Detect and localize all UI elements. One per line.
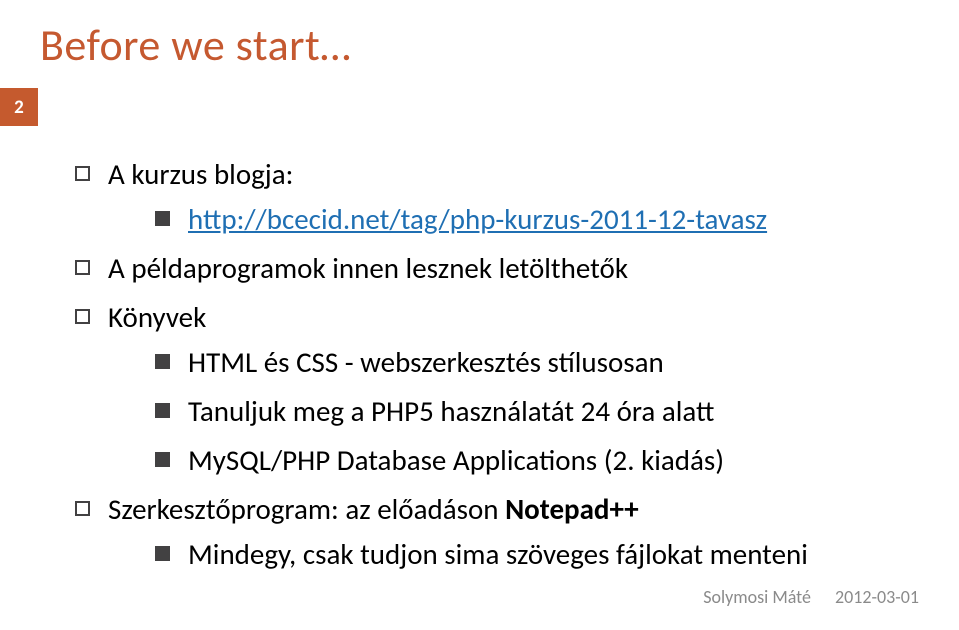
bullet-sub-item: HTML és CSS - webszerkesztés stílusosan: [150, 340, 919, 385]
bullet-item: A kurzus blogja: http://bcecid.net/tag/p…: [70, 152, 919, 242]
bullet-text: Könyvek: [108, 299, 206, 335]
bullet-item: Szerkesztőprogram: az előadáson Notepad+…: [70, 487, 919, 577]
bullet-sub-item: http://bcecid.net/tag/php-kurzus-2011-12…: [150, 197, 919, 242]
slide-title: Before we start…: [0, 0, 959, 72]
bullet-sub-item: MySQL/PHP Database Applications (2. kiad…: [150, 438, 919, 483]
bullet-sub-item: Mindegy, csak tudjon sima szöveges fájlo…: [150, 532, 919, 577]
bullet-text: A kurzus blogja:: [108, 156, 293, 192]
bullet-sub-item: Tanuljuk meg a PHP5 használatát 24 óra a…: [150, 389, 919, 434]
bullet-text: Mindegy, csak tudjon sima szöveges fájlo…: [188, 536, 808, 572]
bullet-item: Könyvek HTML és CSS - webszerkesztés stí…: [70, 295, 919, 483]
footer-author: Solymosi Máté: [703, 586, 811, 608]
slide-footer: Solymosi Máté 2012-03-01: [703, 586, 919, 608]
bullet-text: Tanuljuk meg a PHP5 használatát 24 óra a…: [188, 393, 714, 429]
bullet-text: MySQL/PHP Database Applications (2. kiad…: [188, 442, 724, 478]
footer-date: 2012-03-01: [835, 586, 919, 608]
slide-content: A kurzus blogja: http://bcecid.net/tag/p…: [0, 72, 959, 576]
page-number-badge: 2: [0, 88, 38, 126]
bullet-text: A példaprogramok innen lesznek letölthet…: [108, 250, 628, 286]
bullet-text-bold: Notepad++: [505, 491, 639, 527]
bullet-text: HTML és CSS - webszerkesztés stílusosan: [188, 344, 664, 380]
bullet-item: A példaprogramok innen lesznek letölthet…: [70, 246, 919, 291]
bullet-text: Szerkesztőprogram: az előadáson: [108, 491, 505, 527]
blog-link[interactable]: http://bcecid.net/tag/php-kurzus-2011-12…: [188, 201, 767, 237]
